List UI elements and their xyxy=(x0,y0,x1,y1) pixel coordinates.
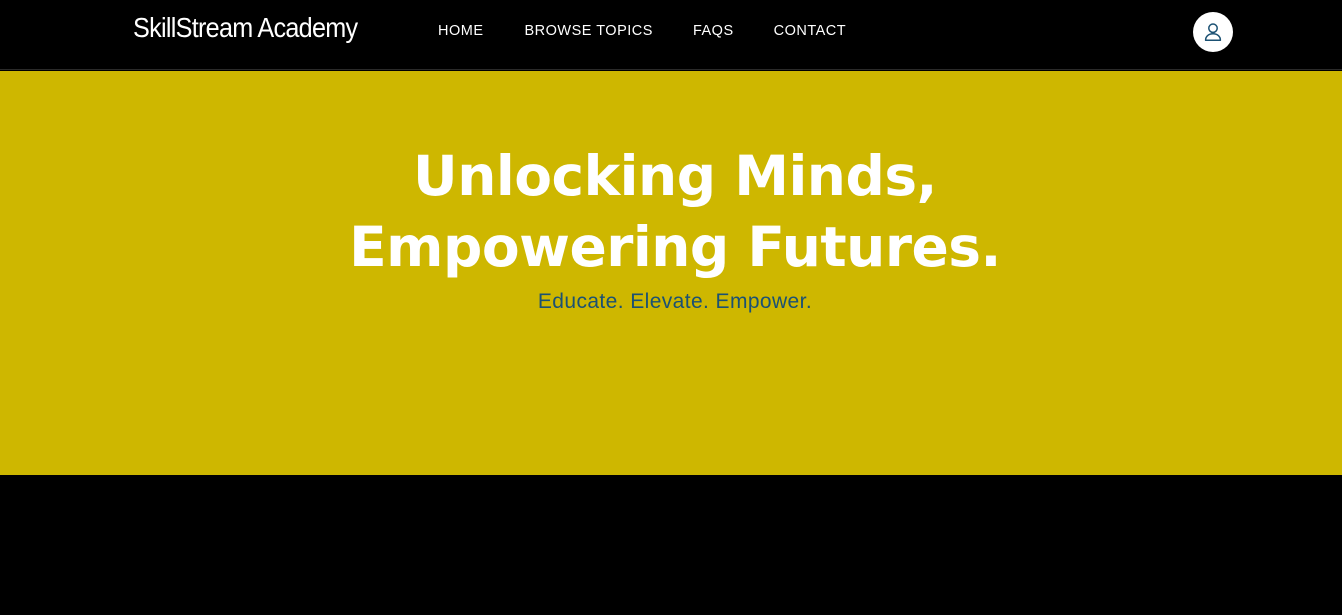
nav-browse-topics-link[interactable]: BROWSE TOPICS xyxy=(525,23,653,39)
site-header: SkillStream Academy HOME BROWSE TOPICS F… xyxy=(0,0,1342,70)
brand-logo-link[interactable]: SkillStream Academy xyxy=(133,10,358,46)
nav-contact-link[interactable]: CONTACT xyxy=(774,23,847,39)
hero-title-line: Unlocking Minds, xyxy=(413,144,937,208)
hero-title: Unlocking Minds, Empowering Futures. xyxy=(0,141,1342,283)
main-navigation: HOME BROWSE TOPICS FAQS CONTACT xyxy=(438,20,846,42)
hero-subtitle: Educate. Elevate. Empower. xyxy=(537,290,813,313)
hero-title-line: Empowering Futures. xyxy=(349,215,1001,279)
account-button[interactable] xyxy=(1193,12,1233,52)
nav-home-link[interactable]: HOME xyxy=(438,23,484,39)
nav-faqs-link[interactable]: FAQS xyxy=(693,23,734,39)
page-content-area xyxy=(0,475,1342,615)
hero-section: Unlocking Minds, Empowering Futures. Edu… xyxy=(0,71,1342,475)
user-icon xyxy=(1204,23,1222,41)
